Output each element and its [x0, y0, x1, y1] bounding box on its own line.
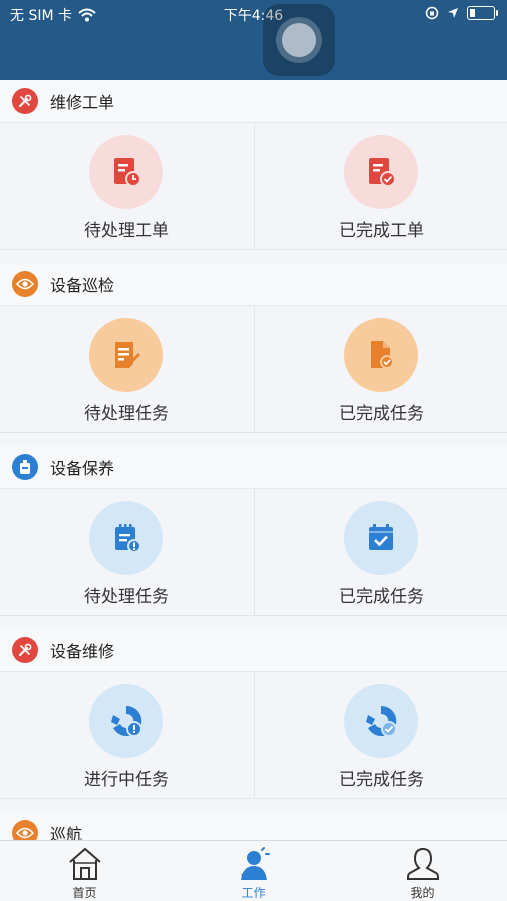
cell-label: 已完成任务: [339, 770, 424, 790]
section-row-repair-orders: 待处理工单 已完成工单: [0, 123, 507, 250]
section-title: 设备维修: [50, 642, 115, 661]
wrench-icon: [12, 88, 38, 114]
pending-inspection-icon: [89, 318, 163, 392]
cell-label: 已完成任务: [339, 404, 424, 424]
in-progress-repair-button[interactable]: 进行中任务: [0, 672, 253, 798]
tab-label: 我的: [410, 886, 435, 900]
maintenance-icon: [12, 454, 38, 480]
pending-maintenance-icon: [89, 501, 163, 575]
section-title: 维修工单: [50, 93, 115, 112]
work-icon: [241, 847, 270, 880]
home-icon: [69, 847, 101, 880]
completed-inspection-button[interactable]: 已完成任务: [254, 306, 507, 432]
in-progress-repair-icon: [89, 684, 163, 758]
status-bar: 无 SIM 卡 下午4:46: [0, 0, 507, 80]
section-row-equipment-repair: 进行中任务 已完成任务: [0, 672, 507, 799]
cell-label: 已完成工单: [339, 221, 424, 241]
completed-maintenance-icon: [344, 501, 418, 575]
eye-icon: [12, 271, 38, 297]
status-indicators: [425, 6, 498, 20]
cell-label: 待处理工单: [84, 221, 169, 241]
location-icon: [448, 8, 458, 18]
section-row-maintenance: 待处理任务 已完成任务: [0, 489, 507, 616]
completed-workorder-button[interactable]: 已完成工单: [254, 123, 507, 249]
completed-repair-icon: [344, 684, 418, 758]
wrench-icon: [12, 637, 38, 663]
orientation-lock-icon: [425, 6, 439, 20]
section-title: 设备巡检: [50, 276, 115, 295]
completed-workorder-icon: [344, 135, 418, 209]
completed-maintenance-button[interactable]: 已完成任务: [254, 489, 507, 615]
cell-label: 待处理任务: [84, 587, 169, 607]
tab-work[interactable]: 工作: [169, 841, 338, 901]
completed-inspection-icon: [344, 318, 418, 392]
tab-bar: 首页 工作 我的: [0, 840, 507, 901]
cell-label: 进行中任务: [84, 770, 169, 790]
pending-inspection-button[interactable]: 待处理任务: [0, 306, 253, 432]
pending-workorder-icon: [89, 135, 163, 209]
tab-label: 工作: [241, 886, 266, 900]
pending-maintenance-button[interactable]: 待处理任务: [0, 489, 253, 615]
section-header-repair-orders: 维修工单: [0, 80, 507, 123]
section-header-equipment-repair: 设备维修: [0, 629, 507, 672]
assistive-touch-button[interactable]: [263, 4, 335, 76]
profile-icon: [406, 847, 440, 880]
tab-profile[interactable]: 我的: [338, 841, 507, 901]
tab-home[interactable]: 首页: [0, 841, 169, 901]
cell-label: 待处理任务: [84, 404, 169, 424]
completed-repair-button[interactable]: 已完成任务: [254, 672, 507, 798]
section-header-inspection: 设备巡检: [0, 263, 507, 306]
battery-icon: [467, 6, 498, 20]
cell-label: 已完成任务: [339, 587, 424, 607]
tab-label: 首页: [72, 886, 97, 900]
section-title: 设备保养: [50, 459, 115, 478]
section-header-maintenance: 设备保养: [0, 446, 507, 489]
pending-workorder-button[interactable]: 待处理工单: [0, 123, 253, 249]
section-row-inspection: 待处理任务 已完成任务: [0, 306, 507, 433]
